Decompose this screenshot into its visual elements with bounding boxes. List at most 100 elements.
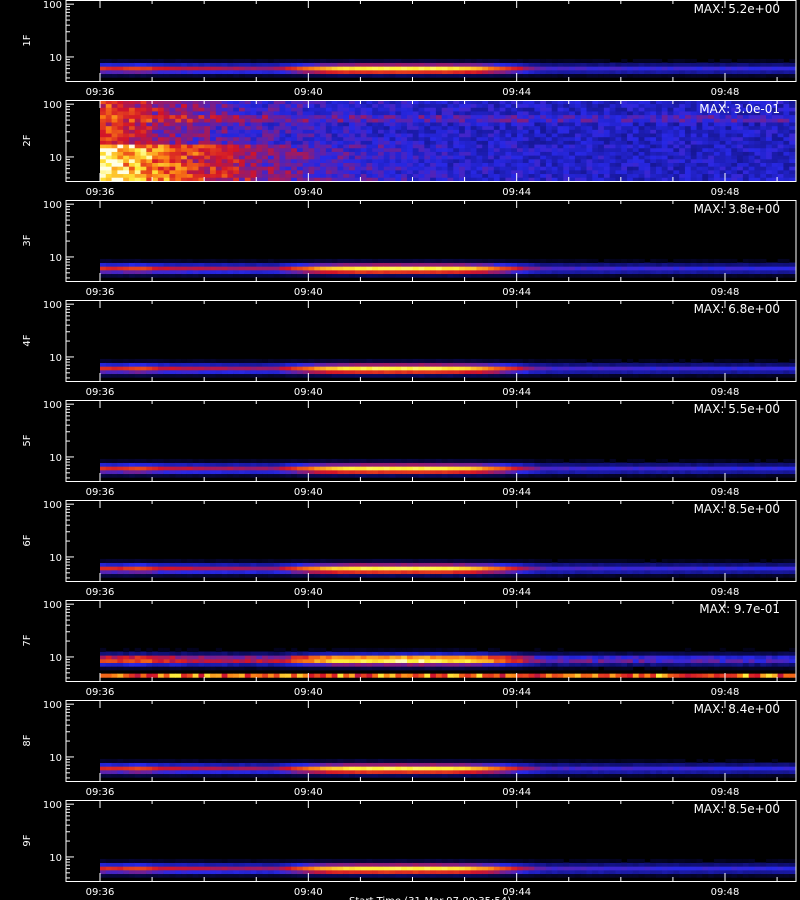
heatmap-cell	[378, 173, 385, 178]
heatmap-cell	[181, 118, 188, 123]
heatmap-cell	[134, 103, 141, 108]
heatmap-cell	[285, 262, 292, 267]
heatmap-cell	[534, 147, 541, 152]
heatmap-cell	[644, 466, 651, 471]
heatmap-cell	[760, 266, 767, 271]
heatmap-cell	[372, 177, 379, 182]
heatmap-cell	[418, 466, 425, 471]
heatmap-cell	[105, 136, 112, 141]
heatmap-cell	[186, 369, 194, 375]
heatmap-cell	[731, 362, 738, 367]
heatmap-cell	[383, 362, 390, 367]
heatmap-cell	[615, 358, 622, 363]
heatmap-cell	[650, 155, 657, 160]
heatmap-cell	[777, 151, 784, 156]
heatmap-cell	[198, 125, 205, 130]
heatmap-cell	[215, 173, 223, 178]
heatmap-cell	[447, 125, 454, 130]
heatmap-cell	[482, 177, 489, 182]
heatmap-cell	[598, 125, 605, 130]
heatmap-cell	[696, 266, 703, 271]
heatmap-cell	[441, 58, 448, 63]
heatmap-cell	[754, 58, 761, 63]
heatmap-cell	[545, 151, 553, 156]
heatmap-cell	[406, 166, 414, 171]
heatmap-cell	[389, 118, 396, 123]
heatmap-cell	[673, 140, 680, 145]
heatmap-cell	[470, 122, 477, 127]
heatmap-cell	[627, 169, 634, 175]
heatmap-cell	[632, 162, 640, 167]
heatmap-cell	[215, 125, 223, 130]
heatmap-cell	[169, 133, 176, 138]
heatmap-cell	[476, 358, 483, 363]
heatmap-cell	[656, 147, 663, 152]
heatmap-cell	[470, 166, 477, 171]
heatmap-cell	[302, 118, 309, 123]
heatmap-cell	[551, 155, 558, 160]
heatmap-cell	[308, 66, 315, 71]
heatmap-cell	[464, 122, 472, 127]
heatmap-cell	[395, 162, 402, 167]
heatmap-cell	[435, 162, 443, 167]
heatmap-cell	[354, 62, 362, 67]
heatmap-cell	[603, 111, 611, 116]
heatmap-cell	[157, 136, 165, 141]
heatmap-cell	[105, 266, 112, 271]
heatmap-cell	[488, 136, 495, 141]
heatmap-cell	[557, 177, 564, 182]
heatmap-cell	[534, 58, 541, 63]
heatmap-cell	[661, 462, 668, 467]
heatmap-cell	[551, 62, 558, 67]
heatmap-cell	[760, 144, 767, 149]
heatmap-cell	[476, 169, 483, 175]
heatmap-cell	[123, 266, 130, 271]
heatmap-cell	[464, 258, 472, 263]
heatmap-cell	[360, 158, 367, 163]
heatmap-cell	[684, 173, 692, 178]
heatmap-cell	[100, 103, 107, 108]
heatmap-cell	[476, 166, 483, 171]
heatmap-cell	[401, 151, 408, 156]
heatmap-cell	[296, 358, 304, 363]
heatmap-cell	[412, 369, 419, 375]
heatmap-cell	[210, 147, 217, 152]
heatmap-cell	[598, 155, 605, 160]
heatmap-cell	[569, 111, 576, 116]
heatmap-cell	[337, 373, 344, 378]
heatmap-cell	[598, 136, 605, 141]
heatmap-cell	[447, 69, 454, 75]
heatmap-cell	[320, 111, 327, 116]
heatmap-cell	[708, 469, 715, 475]
heatmap-cell	[406, 62, 414, 67]
heatmap-cell	[453, 107, 460, 112]
heatmap-cell	[742, 136, 750, 141]
heatmap-cell	[192, 366, 199, 371]
heatmap-cell	[777, 66, 784, 71]
heatmap-cell	[771, 155, 779, 160]
heatmap-cell	[256, 66, 263, 71]
heatmap-cell	[157, 373, 165, 378]
heatmap-cell	[638, 166, 645, 171]
heatmap-cell	[175, 158, 182, 163]
heatmap-cell	[239, 107, 246, 112]
heatmap-cell	[157, 369, 165, 375]
heatmap-cell	[598, 111, 605, 116]
heatmap-cell	[314, 369, 321, 375]
heatmap-cell	[204, 107, 211, 112]
heatmap-cell	[250, 125, 257, 130]
heatmap-cell	[221, 133, 228, 138]
heatmap-cell	[679, 466, 686, 471]
heatmap-cell	[244, 462, 251, 467]
heatmap-cell	[291, 473, 298, 478]
heatmap-cell	[354, 358, 362, 363]
heatmap-cell	[244, 73, 251, 78]
heatmap-cell	[349, 66, 356, 71]
heatmap-cell	[157, 103, 165, 108]
heatmap-cell	[713, 273, 721, 278]
heatmap-cell	[123, 162, 130, 167]
heatmap-cell	[227, 258, 234, 263]
heatmap-cell	[256, 473, 263, 478]
heatmap-cell	[227, 129, 234, 134]
heatmap-cell	[789, 73, 796, 78]
